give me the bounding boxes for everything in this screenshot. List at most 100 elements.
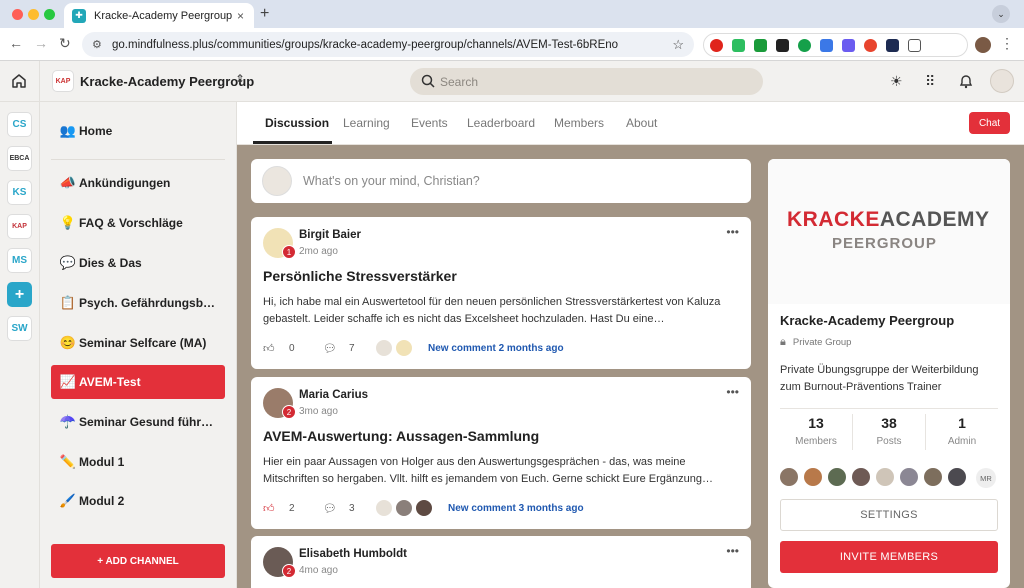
extension-purple-icon[interactable] (842, 38, 855, 52)
tab-members[interactable]: Members (554, 116, 604, 130)
post-title[interactable]: Persönliche Stressverstärker (263, 268, 457, 284)
tab-discussion[interactable]: Discussion (265, 116, 329, 130)
group-brand-banner: KRACKEACADEMY PEERGROUP (768, 159, 1010, 304)
community-sw[interactable]: SW (7, 316, 32, 341)
new-comment-link[interactable]: New comment 3 months ago (448, 503, 584, 514)
apps-grid-icon[interactable]: ⠿ (925, 73, 935, 90)
commenter-avatar[interactable] (375, 499, 393, 517)
extension-adblock-icon[interactable] (710, 38, 723, 52)
sidebar-item-dies-das[interactable]: 💬 Dies & Das (51, 246, 225, 280)
post-composer[interactable]: What's on your mind, Christian? (251, 159, 751, 203)
member-initials-avatar[interactable]: MR (976, 468, 996, 488)
address-bar[interactable]: ⚙ go.mindfulness.plus/communities/groups… (82, 32, 694, 57)
settings-button[interactable]: SETTINGS (780, 499, 998, 531)
bookmark-star-icon[interactable]: ☆ (672, 37, 684, 53)
post-card[interactable]: 1 Birgit Baier 2mo ago ••• Persönliche S… (251, 217, 751, 369)
community-ms[interactable]: MS (7, 248, 32, 273)
community-plus[interactable]: + (7, 282, 32, 307)
member-avatar[interactable] (948, 468, 966, 486)
tab-close-icon[interactable]: × (237, 9, 244, 23)
comment-icon[interactable]: 💬︎ (323, 342, 337, 355)
window-minimize-button[interactable] (28, 9, 39, 20)
post-card[interactable]: 2 Maria Carius 3mo ago ••• AVEM-Auswertu… (251, 377, 751, 529)
more-options-icon[interactable]: ••• (726, 544, 739, 558)
sidebar-item-avem-test[interactable]: 📈 AVEM-Test (51, 365, 225, 399)
new-tab-button[interactable]: + (260, 5, 269, 23)
chat-button[interactable]: Chat (969, 112, 1010, 134)
reload-icon[interactable]: ↻ (59, 35, 71, 52)
post-title[interactable]: AVEM-Auswertung: Aussagen-Sammlung (263, 428, 539, 444)
chrome-menu-icon[interactable]: ⋮ (1000, 35, 1014, 52)
search-input[interactable]: Search (410, 68, 763, 95)
community-ebca[interactable]: EBCA (7, 146, 32, 171)
comment-icon[interactable]: 💬︎ (323, 502, 337, 515)
forward-icon[interactable]: → (34, 35, 48, 51)
member-avatar[interactable] (900, 468, 918, 486)
extension-grammarly-icon[interactable] (798, 38, 811, 52)
sidebar-item-modul-1[interactable]: ✏️ Modul 1 (51, 445, 225, 479)
commenter-avatar[interactable] (415, 499, 433, 517)
stat-admin[interactable]: 1 Admin (926, 415, 998, 447)
lightbulb-icon: 💡 (59, 215, 77, 230)
browser-tab[interactable]: ✚ Kracke-Academy Peergroup × (64, 3, 254, 28)
sidebar-item-psych[interactable]: 📋 Psych. Gefährdungsb… (51, 286, 225, 320)
stat-posts[interactable]: 38 Posts (853, 415, 925, 447)
sidebar-item-ankuendigungen[interactable]: 📣 Ankündigungen (51, 166, 225, 200)
group-tabs: Discussion Learning Events Leaderboard M… (237, 102, 1024, 145)
community-cs[interactable]: CS (7, 112, 32, 137)
commenter-avatar[interactable] (395, 499, 413, 517)
member-avatar[interactable] (780, 468, 798, 486)
tab-about[interactable]: About (626, 116, 657, 130)
member-avatar[interactable] (804, 468, 822, 486)
site-info-icon[interactable]: ⚙ (92, 38, 102, 51)
like-icon[interactable]: 👍︎ (263, 342, 275, 355)
extension-translate-icon[interactable] (820, 38, 833, 52)
umbrella-icon: ☂️ (59, 414, 77, 429)
add-channel-button[interactable]: + ADD CHANNEL (51, 544, 225, 578)
community-kap[interactable]: KAP (7, 214, 32, 239)
member-avatar[interactable] (924, 468, 942, 486)
commenter-avatar[interactable] (395, 339, 413, 357)
invite-members-button[interactable]: INVITE MEMBERS (780, 541, 998, 573)
member-avatar[interactable] (828, 468, 846, 486)
group-switcher-chevron-icon[interactable]: ⇕ (235, 72, 245, 86)
like-icon-active[interactable]: 👍︎ (263, 502, 275, 515)
stat-members[interactable]: 13 Members (780, 415, 852, 447)
post-card[interactable]: 2 Elisabeth Humboldt 4mo ago ••• (251, 536, 751, 588)
extension-evernote-icon[interactable] (732, 38, 745, 52)
extension-plus-icon[interactable] (864, 38, 877, 52)
window-maximize-button[interactable] (44, 9, 55, 20)
post-author[interactable]: Elisabeth Humboldt (299, 548, 407, 560)
sidebar-item-seminar-gesund[interactable]: ☂️ Seminar Gesund führ… (51, 405, 225, 439)
tab-search-icon[interactable]: ⌄ (992, 5, 1010, 23)
post-author[interactable]: Maria Carius (299, 389, 368, 401)
sidebar-item-seminar-selfcare[interactable]: 😊 Seminar Selfcare (MA) (51, 326, 225, 360)
post-author[interactable]: Birgit Baier (299, 229, 361, 241)
back-icon[interactable]: ← (9, 35, 23, 51)
sidebar-item-faq[interactable]: 💡 FAQ & Vorschläge (51, 206, 225, 240)
extensions-puzzle-icon[interactable] (908, 38, 921, 52)
group-logo[interactable]: KAP (52, 70, 74, 92)
window-close-button[interactable] (12, 9, 23, 20)
commenter-avatar[interactable] (375, 339, 393, 357)
sidebar-item-home[interactable]: 👥 Home (51, 114, 225, 148)
community-ks[interactable]: KS (7, 180, 32, 205)
extension-notion-icon[interactable] (776, 38, 789, 52)
extension-shield-icon[interactable] (886, 38, 899, 52)
more-options-icon[interactable]: ••• (726, 225, 739, 239)
extension-check-icon[interactable] (754, 38, 767, 52)
group-title[interactable]: Kracke-Academy Peergroup (80, 74, 254, 89)
theme-sun-icon[interactable]: ☀ (890, 73, 903, 90)
new-comment-link[interactable]: New comment 2 months ago (428, 343, 564, 354)
member-avatar[interactable] (876, 468, 894, 486)
more-options-icon[interactable]: ••• (726, 385, 739, 399)
home-icon[interactable] (10, 72, 28, 90)
tab-events[interactable]: Events (411, 116, 448, 130)
tab-learning[interactable]: Learning (343, 116, 390, 130)
tab-leaderboard[interactable]: Leaderboard (467, 116, 535, 130)
notification-bell-icon[interactable] (959, 73, 973, 89)
sidebar-item-modul-2[interactable]: 🖌️ Modul 2 (51, 484, 225, 518)
user-avatar[interactable] (990, 69, 1014, 93)
member-avatar[interactable] (852, 468, 870, 486)
chrome-profile-avatar[interactable] (975, 37, 991, 53)
